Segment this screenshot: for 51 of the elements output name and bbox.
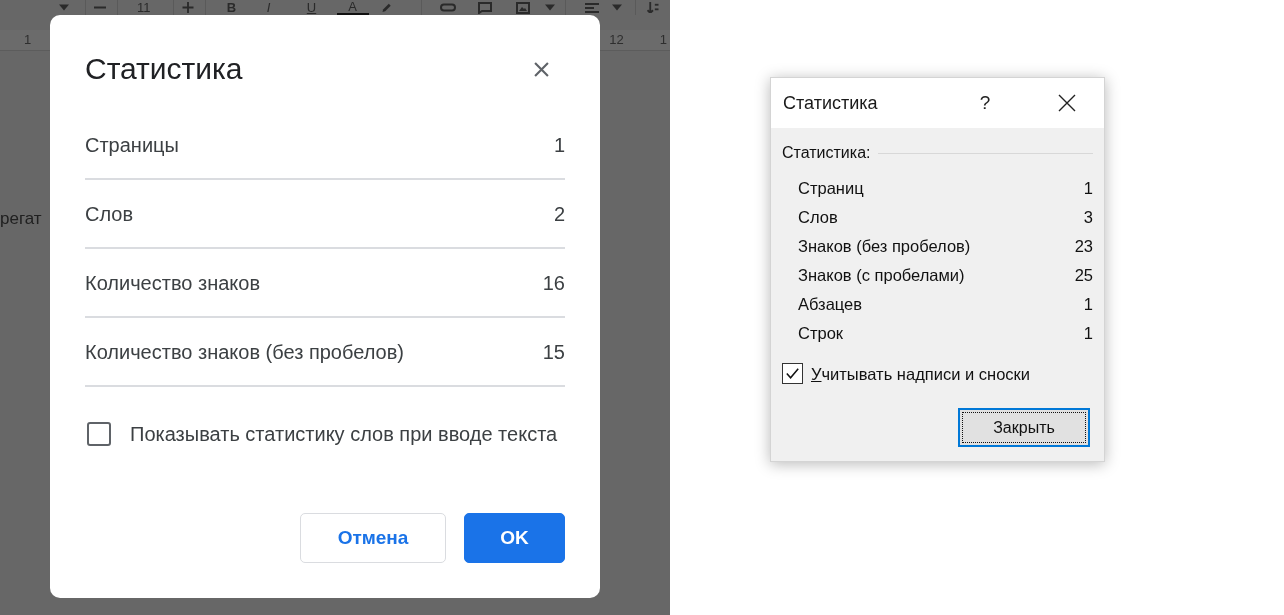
checkbox-label[interactable]: Показывать статистику слов при вводе текста [130, 422, 558, 446]
stat-label: Знаков (без пробелов) [798, 235, 971, 256]
plus-icon[interactable] [181, 2, 194, 13]
close-button[interactable]: Закрыть [958, 408, 1090, 447]
ok-button[interactable]: OK [464, 513, 565, 563]
checkbox[interactable] [782, 363, 803, 384]
close-icon[interactable] [534, 61, 549, 77]
caret-icon[interactable] [610, 2, 623, 13]
stat-value: 15 [542, 339, 565, 364]
line-spacing-icon[interactable] [646, 2, 659, 13]
comment-icon[interactable] [477, 1, 492, 14]
stat-value: 1 [1083, 177, 1093, 198]
align-left-icon[interactable] [584, 1, 599, 14]
checkbox-label[interactable]: Учитывать надписи и сноски [811, 363, 1030, 384]
stat-label: Абзацев [798, 293, 863, 314]
stat-label: Знаков (с пробелами) [798, 264, 965, 285]
stat-value: 1 [1083, 293, 1093, 314]
stat-value: 3 [1083, 206, 1093, 227]
stat-value: 23 [1074, 235, 1093, 256]
stat-label: Количество знаков [85, 270, 261, 295]
stat-value: 16 [542, 270, 565, 295]
font-size-field[interactable]: 11 [137, 0, 151, 15]
checkbox[interactable] [87, 422, 111, 446]
ruler-number: 12 [609, 32, 624, 48]
stat-value: 2 [553, 201, 565, 226]
help-button[interactable]: ? [978, 92, 992, 114]
stat-value: 1 [1083, 322, 1093, 343]
link-icon[interactable] [439, 3, 456, 12]
stat-label: Слов [85, 201, 134, 226]
stat-value: 1 [553, 132, 565, 157]
stat-label: Страниц [798, 177, 864, 198]
dialog-title: Статистика [85, 51, 243, 87]
pen-icon[interactable] [380, 2, 393, 13]
caret-icon[interactable] [543, 2, 556, 13]
cancel-button[interactable]: Отмена [300, 513, 446, 563]
ruler-number: 1 [659, 32, 667, 48]
bold-button[interactable]: B [226, 1, 237, 14]
dialog-title: Статистика [783, 92, 878, 114]
ruler-number: 1 [24, 32, 32, 48]
stat-label: Страницы [85, 132, 179, 157]
italic-button[interactable]: I [264, 1, 273, 14]
close-icon[interactable] [1058, 94, 1076, 112]
stat-value: 25 [1074, 264, 1093, 285]
stat-label: Количество знаков (без пробелов) [85, 339, 404, 364]
document-text: регат [0, 209, 43, 229]
image-icon[interactable] [515, 1, 530, 14]
stat-label: Строк [798, 322, 844, 343]
group-label: Статистика: [782, 143, 871, 163]
stat-label: Слов [798, 206, 838, 227]
underline-button[interactable]: U [306, 1, 317, 14]
caret-icon[interactable] [58, 2, 70, 13]
